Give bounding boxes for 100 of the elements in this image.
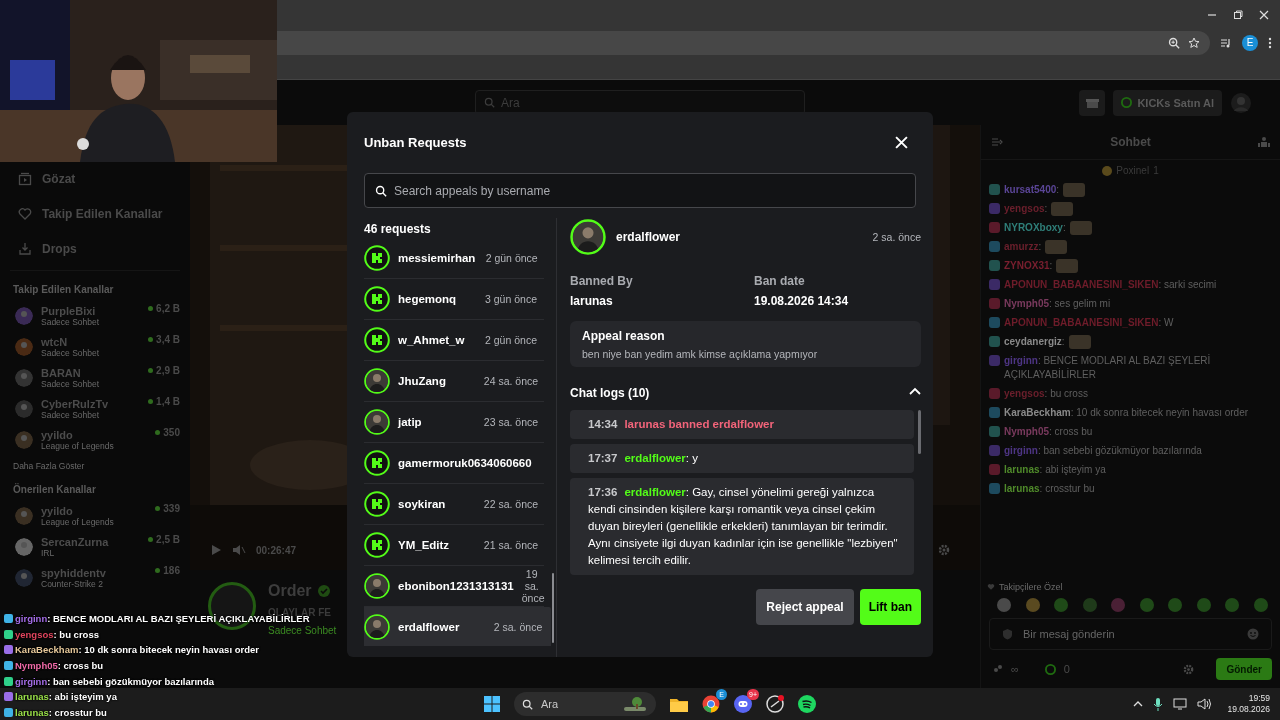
- zoom-icon[interactable]: [1168, 36, 1180, 49]
- request-item[interactable]: messiemirhan 2 gün önce: [364, 238, 544, 279]
- badge-icon: [989, 336, 1000, 347]
- request-time: 2 gün önce: [484, 252, 539, 264]
- username: JhuZang: [398, 375, 447, 387]
- request-item[interactable]: jatip 23 sa. önce: [364, 402, 544, 443]
- nav-item[interactable]: Gözat: [0, 161, 190, 196]
- username: Nymph05: [15, 660, 58, 672]
- channel-item[interactable]: BARAN Sadece Sohbet 2,9 B: [0, 362, 190, 393]
- menu-icon[interactable]: [1268, 36, 1272, 49]
- request-item[interactable]: w_Ahmet_w 2 gün önce: [364, 320, 544, 361]
- channel-item[interactable]: CyberRulzTv Sadece Sohbet 1,4 B: [0, 393, 190, 424]
- coin-icon: [1121, 97, 1133, 108]
- close-icon: [895, 135, 908, 149]
- request-item[interactable]: JhuZang 24 sa. önce: [364, 361, 544, 402]
- badge-icon: [989, 203, 1000, 214]
- user-avatar: [364, 245, 390, 271]
- emote-icon[interactable]: [1253, 598, 1268, 612]
- channel-avatar: [15, 568, 33, 587]
- emote-icon[interactable]: [997, 598, 1011, 612]
- request-time: 23 sa. önce: [482, 416, 540, 428]
- chat-message: APONUN_BABAANESINI_SIKEN: sarki secimi: [1004, 278, 1217, 292]
- emote-icon[interactable]: [1111, 598, 1126, 612]
- play-icon[interactable]: [210, 544, 222, 556]
- emote-icon[interactable]: [1225, 598, 1240, 612]
- chat-log-entry: 17:37 erdalflower: y: [570, 444, 914, 473]
- channel-category: Sadece Sohbet: [41, 409, 100, 420]
- microphone-icon[interactable]: [1153, 697, 1164, 711]
- smiley-icon[interactable]: [1247, 628, 1259, 640]
- message-field[interactable]: Bir mesaj gönderin: [989, 618, 1272, 650]
- chat-message: yengsos: bu cross: [1004, 387, 1088, 401]
- reject-button[interactable]: Reject appeal: [756, 589, 854, 625]
- folder-icon[interactable]: [670, 696, 688, 712]
- channel-item[interactable]: PurpleBixi Sadece Sohbet 6,2 B: [0, 300, 190, 331]
- badge-icon: [989, 260, 1000, 271]
- message-text: : 10 dk sonra bitecek neyin havası order: [78, 644, 259, 656]
- channel-item[interactable]: yyildo League of Legends 339: [0, 500, 190, 531]
- volume-icon[interactable]: [1197, 698, 1212, 710]
- request-item[interactable]: soykiran 22 sa. önce: [364, 484, 544, 525]
- emote-icon[interactable]: [1025, 598, 1040, 612]
- live-dot: [148, 537, 154, 542]
- emote-icon[interactable]: [1054, 598, 1069, 612]
- username: ebonibon1231313131: [398, 580, 514, 592]
- channel-name: PurpleBixi: [41, 304, 97, 317]
- user-avatar[interactable]: [1230, 91, 1252, 114]
- badge-icon: [989, 184, 1000, 195]
- scrollbar[interactable]: [552, 573, 554, 643]
- settings-icon[interactable]: [938, 544, 950, 556]
- users-icon[interactable]: [1258, 136, 1270, 148]
- stream-category[interactable]: Sadece Sohbet: [268, 625, 337, 636]
- chat-message: girginn: ban sebebi gözükmüyor bazılarında: [1004, 444, 1202, 458]
- profile-button[interactable]: E: [1242, 34, 1258, 51]
- ban-date-value: 19.08.2026 14:34: [754, 294, 850, 308]
- download-icon: [18, 241, 32, 256]
- emote-icon: [1068, 335, 1091, 349]
- message-text: : BENCE MODLARI AL BAZI ŞEYLERİ AÇIKLAYABİLİRLER: [47, 613, 310, 625]
- taskbar-search[interactable]: Ara: [514, 692, 656, 716]
- star-icon[interactable]: [1188, 36, 1200, 49]
- search-icon: [522, 698, 533, 710]
- kicks-button[interactable]: KICKs Satın Al: [1113, 89, 1222, 116]
- badge-icon: [989, 445, 1000, 456]
- request-item[interactable]: erdalflower 2 sa. önce: [364, 607, 551, 646]
- viewer-count: 1,4 B: [156, 396, 180, 407]
- close-icon[interactable]: [1258, 9, 1270, 21]
- request-count: 46 requests: [364, 221, 432, 238]
- nav-item[interactable]: Takip Edilen Kanallar: [0, 196, 190, 231]
- user-avatar: [364, 532, 390, 558]
- request-item[interactable]: YM_Editz 21 sa. önce: [364, 525, 544, 566]
- nav-item[interactable]: Drops: [0, 231, 190, 266]
- emote-icon[interactable]: [1168, 598, 1183, 612]
- channel-name: yyildo: [41, 504, 74, 517]
- restore-icon[interactable]: [1232, 9, 1244, 21]
- channel-item[interactable]: yyildo League of Legends 350: [0, 424, 190, 455]
- chat-message: larunas: crosstur bu: [1004, 482, 1095, 496]
- chat-message: Nymph05: ses gelim mi: [1004, 297, 1111, 311]
- channel-item[interactable]: wtcN Sadece Sohbet 3,4 B: [0, 331, 190, 362]
- channel-category: IRL: [41, 547, 56, 558]
- emote-icon[interactable]: [1196, 598, 1211, 612]
- settings-icon[interactable]: [1183, 663, 1195, 675]
- channel-item[interactable]: spyhiddentv Counter-Strike 2 186: [0, 562, 190, 593]
- user-avatar: [364, 409, 390, 435]
- search-field[interactable]: Search appeals by username: [364, 173, 916, 208]
- close-button[interactable]: [895, 135, 909, 150]
- user-avatar: [364, 327, 390, 353]
- user-avatar: [364, 368, 390, 394]
- chevron-up-icon[interactable]: [1133, 699, 1144, 709]
- lift-ban-button[interactable]: Lift ban: [859, 589, 921, 625]
- collapse-icon[interactable]: [991, 137, 1003, 147]
- gift-button[interactable]: [1079, 89, 1106, 116]
- media-control-icon[interactable]: [1220, 36, 1232, 49]
- send-button[interactable]: Gönder: [1216, 658, 1272, 680]
- emote-icon[interactable]: [1082, 598, 1097, 612]
- request-item[interactable]: gamermoruk0634060660: [364, 443, 544, 484]
- channel-item[interactable]: SercanZurna IRL 2,5 B: [0, 531, 190, 562]
- username: erdalflower: [616, 230, 682, 244]
- request-item[interactable]: hegemonq 3 gün önce: [364, 279, 544, 320]
- windows-logo-icon[interactable]: [484, 696, 500, 712]
- show-more-link[interactable]: Daha Fazla Göster: [0, 455, 190, 479]
- scrollbar[interactable]: [918, 410, 921, 454]
- emote-icon[interactable]: [1139, 598, 1154, 612]
